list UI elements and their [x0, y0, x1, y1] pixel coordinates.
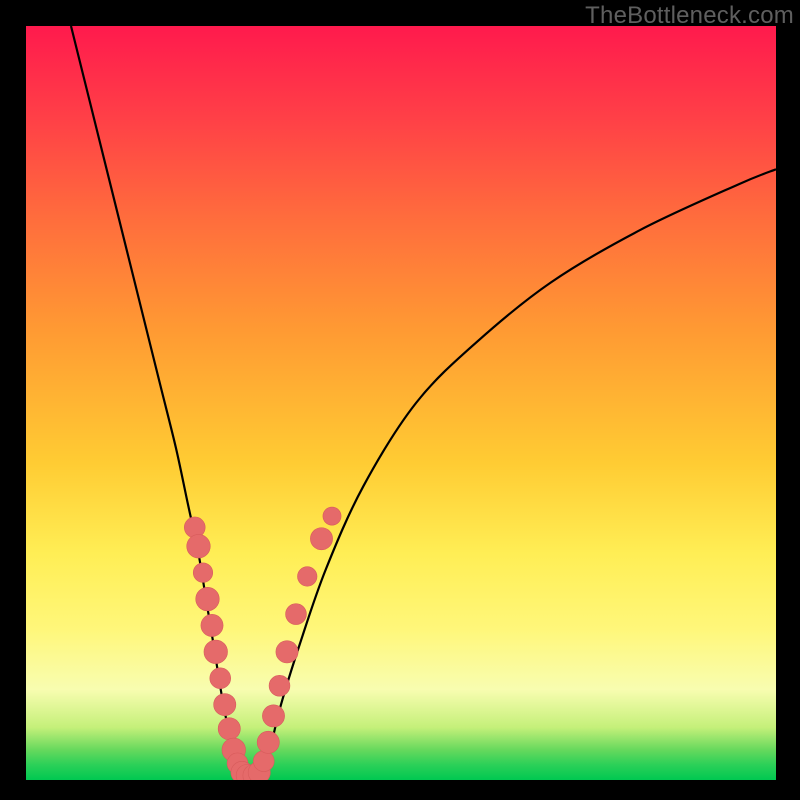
data-point-marker: [210, 668, 231, 689]
chart-frame: TheBottleneck.com: [0, 0, 800, 800]
data-point-marker: [187, 534, 211, 558]
data-point-marker: [184, 517, 205, 538]
data-point-marker: [257, 731, 279, 753]
data-point-marker: [269, 675, 290, 696]
data-point-marker: [276, 641, 298, 663]
data-point-marker: [286, 604, 307, 625]
data-point-marker: [196, 587, 220, 611]
data-point-marker: [323, 507, 341, 525]
data-point-marker: [262, 705, 284, 727]
data-point-marker: [201, 614, 223, 636]
data-point-marker: [298, 567, 318, 587]
data-point-marker: [310, 528, 332, 550]
data-point-marker: [214, 694, 236, 716]
data-point-marker: [218, 718, 240, 740]
data-point-marker: [253, 751, 274, 772]
plot-area: [26, 26, 776, 780]
data-point-marker: [204, 640, 228, 664]
bottleneck-curve: [26, 26, 776, 780]
data-point-marker: [193, 563, 213, 583]
